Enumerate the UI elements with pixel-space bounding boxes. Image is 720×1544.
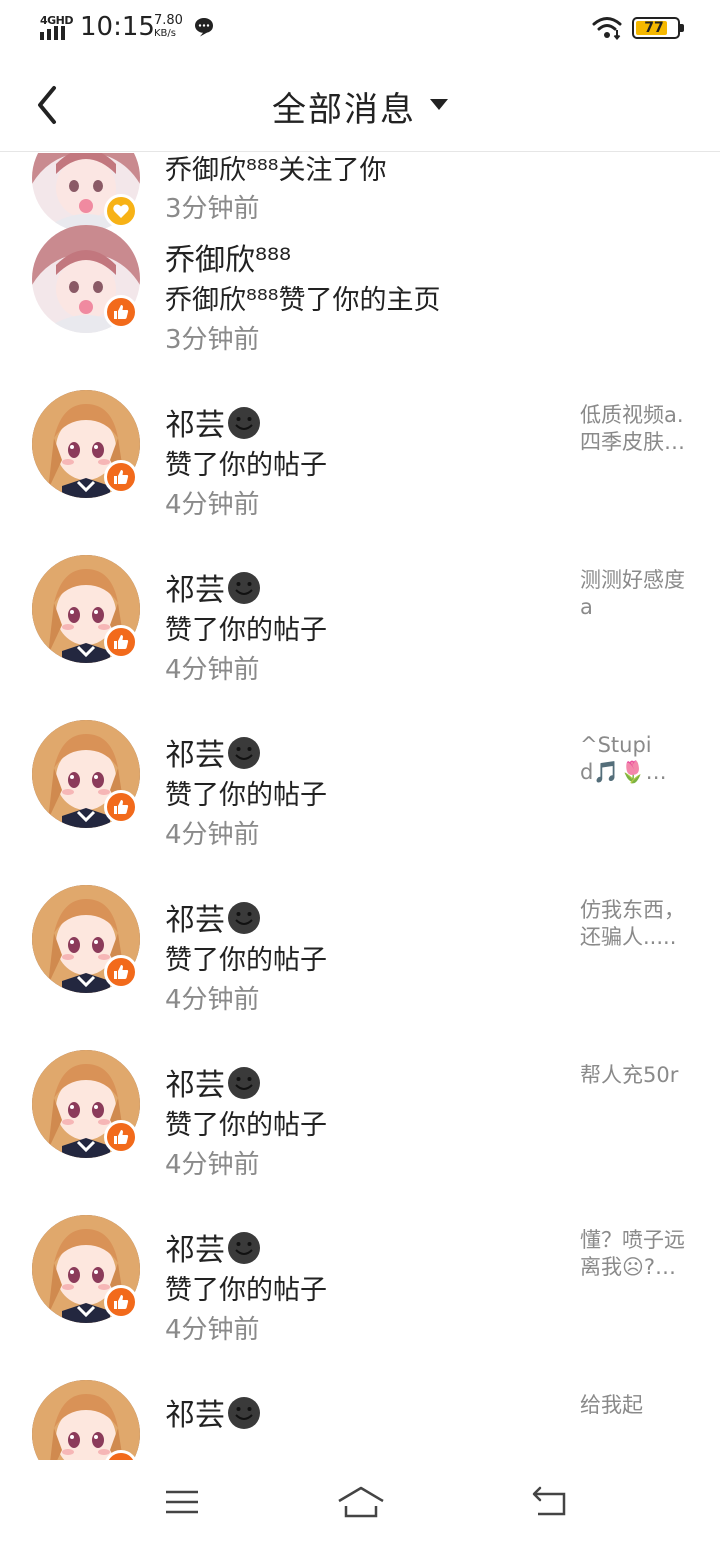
smiley-emoji-icon xyxy=(228,572,260,604)
sender-name-text: 祁芸 xyxy=(165,1233,225,1268)
message-item[interactable]: 乔御欣⁸⁸⁸ 乔御欣⁸⁸⁸赞了你的主页 3分钟前 xyxy=(0,195,720,360)
sender-name[interactable]: 祁芸 xyxy=(165,1225,261,1269)
smiley-emoji-icon xyxy=(228,902,260,934)
clock: 10:15 xyxy=(80,12,155,42)
thumbs-up-icon xyxy=(114,1295,129,1309)
message-item[interactable]: 祁芸赞了你的帖子 4分钟前 懂？喷子远离我☹?… xyxy=(0,1185,720,1350)
like-badge xyxy=(104,625,138,659)
like-badge xyxy=(104,955,138,989)
sender-name[interactable]: 祁芸 xyxy=(165,730,261,774)
message-text: 赞了你的帖子 xyxy=(165,945,327,976)
message-text: 赞了你的帖子 xyxy=(165,615,327,646)
wifi-icon xyxy=(592,17,622,40)
thumbs-up-icon xyxy=(114,470,129,484)
post-preview[interactable]: 给我起 xyxy=(580,1392,690,1419)
post-preview[interactable]: 测测好感度a xyxy=(580,567,690,621)
chat-bubble-icon xyxy=(195,18,213,37)
like-badge xyxy=(104,1120,138,1154)
smiley-emoji-icon xyxy=(228,1397,260,1429)
thumbs-up-icon xyxy=(114,1130,129,1144)
caret-down-icon xyxy=(430,99,448,110)
message-text: 赞了你的帖子 xyxy=(165,1110,327,1141)
battery-percent: 77 xyxy=(644,20,664,36)
message-list[interactable]: 乔御欣⁸⁸⁸关注了你 3分钟前 乔御欣⁸⁸⁸ 乔御欣⁸⁸⁸赞了你的主页 3分钟前 祁芸… xyxy=(0,153,720,1460)
thumbs-up-icon xyxy=(114,800,129,814)
home-icon[interactable] xyxy=(336,1484,386,1520)
sender-name-text: 祁芸 xyxy=(165,1398,225,1433)
timestamp: 4分钟前 xyxy=(165,820,260,850)
message-item[interactable]: 祁芸赞了你的帖子 4分钟前 测测好感度a xyxy=(0,525,720,690)
timestamp: 3分钟前 xyxy=(165,325,260,355)
status-bar: 4GHD 10:15 7.80 KB/s 77 xyxy=(0,0,720,58)
sender-name[interactable]: 乔御欣⁸⁸⁸ xyxy=(165,235,291,279)
sender-name[interactable]: 祁芸 xyxy=(165,565,261,609)
like-badge xyxy=(104,295,138,329)
message-text: 赞了你的帖子 xyxy=(165,780,327,811)
message-item[interactable]: 祁芸 给我起 xyxy=(0,1350,720,1460)
sender-name-text: 乔御欣⁸⁸⁸ xyxy=(165,243,292,278)
smiley-emoji-icon xyxy=(228,407,260,439)
thumbs-up-icon xyxy=(114,965,129,979)
message-text: 赞了你的帖子 xyxy=(165,1275,327,1306)
message-item[interactable]: 乔御欣⁸⁸⁸关注了你 3分钟前 xyxy=(0,153,720,232)
post-preview[interactable]: 懂？喷子远离我☹?… xyxy=(580,1227,690,1281)
timestamp: 4分钟前 xyxy=(165,985,260,1015)
message-item[interactable]: 祁芸赞了你的帖子 4分钟前 帮人充50r xyxy=(0,1020,720,1185)
message-text: 乔御欣⁸⁸⁸关注了你 xyxy=(165,155,387,186)
like-badge xyxy=(104,790,138,824)
like-badge xyxy=(104,1285,138,1319)
sender-name-text: 祁芸 xyxy=(165,573,225,608)
message-item[interactable]: 祁芸赞了你的帖子 4分钟前 ^Stupid🎵🌷… xyxy=(0,690,720,855)
page-title: 全部消息 xyxy=(272,90,416,130)
timestamp: 4分钟前 xyxy=(165,1315,260,1345)
post-preview[interactable]: 帮人充50r xyxy=(580,1062,690,1089)
speed-value: 7.80 xyxy=(154,13,183,28)
sender-name-text: 祁芸 xyxy=(165,738,225,773)
post-preview[interactable]: 仿我东西，还骗人..... xyxy=(580,897,690,951)
sender-name[interactable]: 祁芸 xyxy=(165,1390,261,1434)
post-preview[interactable]: ^Stupid🎵🌷… xyxy=(580,732,690,786)
like-badge xyxy=(104,460,138,494)
sender-name-text: 祁芸 xyxy=(165,408,225,443)
smiley-emoji-icon xyxy=(228,1067,260,1099)
thumbs-up-icon xyxy=(114,635,129,649)
back-nav-icon[interactable] xyxy=(528,1484,572,1520)
thumbs-up-icon xyxy=(114,305,129,319)
signal-icon: 4GHD xyxy=(38,14,74,40)
speed-unit: KB/s xyxy=(154,28,176,39)
avatar[interactable] xyxy=(32,1380,140,1460)
message-text: 赞了你的帖子 xyxy=(165,450,327,481)
smiley-emoji-icon xyxy=(228,737,260,769)
timestamp: 4分钟前 xyxy=(165,490,260,520)
battery-icon: 77 xyxy=(632,17,684,39)
timestamp: 4分钟前 xyxy=(165,655,260,685)
sender-name[interactable]: 祁芸 xyxy=(165,895,261,939)
menu-icon[interactable] xyxy=(160,1484,204,1520)
network-speed: 7.80 KB/s xyxy=(154,14,183,40)
sender-name-text: 祁芸 xyxy=(165,1068,225,1103)
message-list-content: 乔御欣⁸⁸⁸关注了你 3分钟前 乔御欣⁸⁸⁸ 乔御欣⁸⁸⁸赞了你的主页 3分钟前 祁芸… xyxy=(0,153,720,1460)
system-nav-bar xyxy=(0,1460,720,1544)
smiley-emoji-icon xyxy=(228,1232,260,1264)
sender-name[interactable]: 祁芸 xyxy=(165,400,261,444)
post-preview[interactable]: 低质视频a.四季皮肤… xyxy=(580,402,690,456)
timestamp: 4分钟前 xyxy=(165,1150,260,1180)
title-dropdown[interactable]: 全部消息 xyxy=(0,82,720,131)
message-item[interactable]: 祁芸赞了你的帖子 4分钟前 仿我东西，还骗人..... xyxy=(0,855,720,1020)
sender-name[interactable]: 祁芸 xyxy=(165,1060,261,1104)
header: 全部消息 xyxy=(0,58,720,152)
sender-name-text: 祁芸 xyxy=(165,903,225,938)
message-text: 乔御欣⁸⁸⁸赞了你的主页 xyxy=(165,285,441,316)
message-item[interactable]: 祁芸赞了你的帖子 4分钟前 低质视频a.四季皮肤… xyxy=(0,360,720,525)
